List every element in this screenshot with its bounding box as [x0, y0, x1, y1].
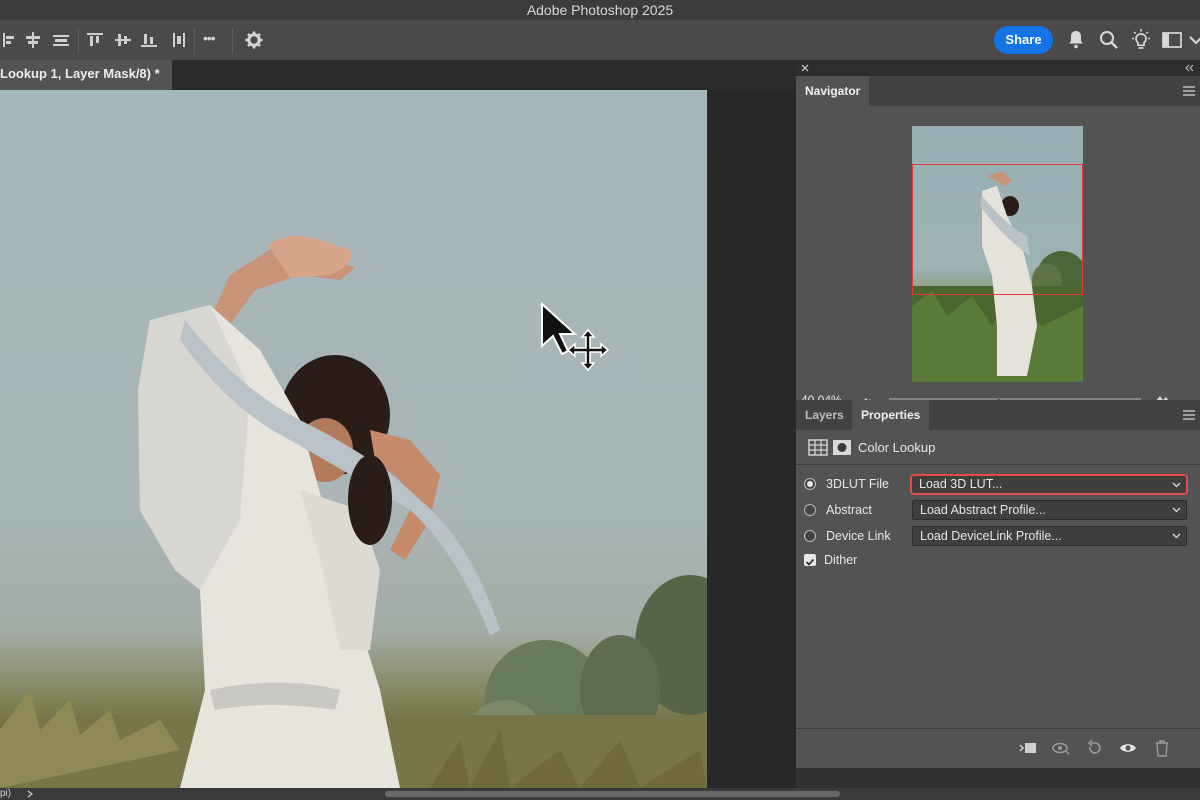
mask-icon[interactable] [832, 439, 852, 456]
adjustment-title: Color Lookup [858, 440, 936, 455]
option-label: Abstract [826, 503, 872, 517]
chevron-down-icon [1172, 533, 1181, 539]
dropdown-value: Load DeviceLink Profile... [920, 529, 1062, 543]
navigator-view-box[interactable] [912, 164, 1083, 295]
properties-footer [796, 733, 1200, 763]
radio-device-link[interactable] [804, 530, 816, 542]
option-abstract[interactable]: Abstract Load Abstract Profile... [804, 500, 1194, 520]
gear-icon[interactable] [243, 30, 265, 50]
tab-layers[interactable]: Layers [796, 400, 853, 430]
dither-label: Dither [824, 553, 858, 567]
panel-tab-row: Layers Properties [796, 400, 1200, 430]
close-icon[interactable] [800, 63, 810, 73]
devicelink-profile-dropdown[interactable]: Load DeviceLink Profile... [912, 526, 1187, 546]
option-3dlut-file[interactable]: 3DLUT File Load 3D LUT... [804, 474, 1194, 495]
toolbar-separator [194, 28, 195, 54]
more-options-button[interactable]: ••• [203, 30, 216, 46]
toolbar-separator [78, 28, 79, 54]
distribute-icon[interactable] [168, 30, 190, 50]
view-previous-state-icon[interactable] [1051, 739, 1071, 757]
document-tab[interactable]: Lookup 1, Layer Mask/8) * [0, 60, 172, 90]
dropdown-value: Load Abstract Profile... [920, 503, 1046, 517]
align-vertical-centers-icon[interactable] [112, 30, 134, 50]
workspace-layout-icon[interactable] [1160, 28, 1184, 52]
document-tab-bar: Lookup 1, Layer Mask/8) * [0, 60, 796, 90]
chevron-down-icon [1172, 507, 1181, 513]
trash-icon[interactable] [1152, 739, 1172, 757]
option-dither[interactable]: Dither [804, 550, 924, 570]
tab-navigator[interactable]: Navigator [796, 76, 870, 106]
panel-dock-header [796, 60, 1200, 76]
status-bar: pi) [0, 788, 1200, 800]
window-title: Adobe Photoshop 2025 [0, 0, 1200, 20]
align-bottom-edges-icon[interactable] [138, 30, 160, 50]
photo-illustration [0, 236, 707, 788]
chevron-right-icon[interactable] [26, 790, 34, 798]
checkmark-icon [805, 558, 815, 566]
option-label: 3DLUT File [826, 477, 889, 491]
status-text: pi) [0, 788, 12, 799]
divider [796, 728, 1200, 729]
chevron-down-icon [1172, 482, 1181, 488]
lut-file-dropdown[interactable]: Load 3D LUT... [910, 474, 1188, 495]
grid-adjustment-icon[interactable] [808, 439, 828, 456]
adjustment-header: Color Lookup [796, 430, 1200, 464]
canvas-area[interactable] [0, 90, 796, 788]
dropdown-value: Load 3D LUT... [919, 477, 1003, 491]
radio-abstract[interactable] [804, 504, 816, 516]
navigator-tab-row: Navigator [796, 76, 1200, 106]
lightbulb-icon[interactable] [1129, 28, 1153, 52]
search-icon[interactable] [1097, 28, 1121, 52]
dither-checkbox[interactable] [804, 554, 816, 566]
eye-visibility-icon[interactable] [1118, 739, 1138, 757]
bell-icon[interactable] [1064, 28, 1088, 52]
option-device-link[interactable]: Device Link Load DeviceLink Profile... [804, 526, 1194, 546]
abstract-profile-dropdown[interactable]: Load Abstract Profile... [912, 500, 1187, 520]
navigator-panel: Navigator 40.04% [796, 76, 1200, 410]
radio-3dlut[interactable] [804, 478, 816, 490]
align-horizontal-centers-icon[interactable] [22, 30, 44, 50]
clip-to-layer-icon[interactable] [1018, 739, 1038, 757]
divider [796, 464, 1200, 465]
right-panel-column: Navigator 40.04% Lay [796, 60, 1200, 788]
align-top-edges-icon[interactable] [84, 30, 106, 50]
move-cursor-icon [541, 302, 610, 372]
align-left-edges-icon[interactable] [0, 30, 22, 50]
navigator-thumbnail[interactable] [912, 126, 1083, 382]
options-bar: ••• Share [0, 20, 1200, 60]
properties-panel: Layers Properties Color Lookup 3DLUT Fil… [796, 400, 1200, 768]
tab-properties[interactable]: Properties [852, 400, 930, 430]
align-right-edges-icon[interactable] [50, 30, 72, 50]
option-label: Device Link [826, 529, 891, 543]
toolbar-separator [232, 28, 233, 54]
document-tab-title: Lookup 1, Layer Mask/8) * [0, 66, 160, 81]
reset-icon[interactable] [1085, 739, 1105, 757]
share-button[interactable]: Share [994, 26, 1053, 54]
collapse-panels-icon[interactable] [1184, 63, 1194, 73]
document-image[interactable] [0, 90, 707, 788]
panel-menu-icon[interactable] [1182, 409, 1196, 421]
panel-menu-icon[interactable] [1182, 85, 1196, 97]
chevron-down-icon[interactable] [1186, 28, 1200, 52]
horizontal-scrollbar[interactable] [385, 791, 840, 797]
